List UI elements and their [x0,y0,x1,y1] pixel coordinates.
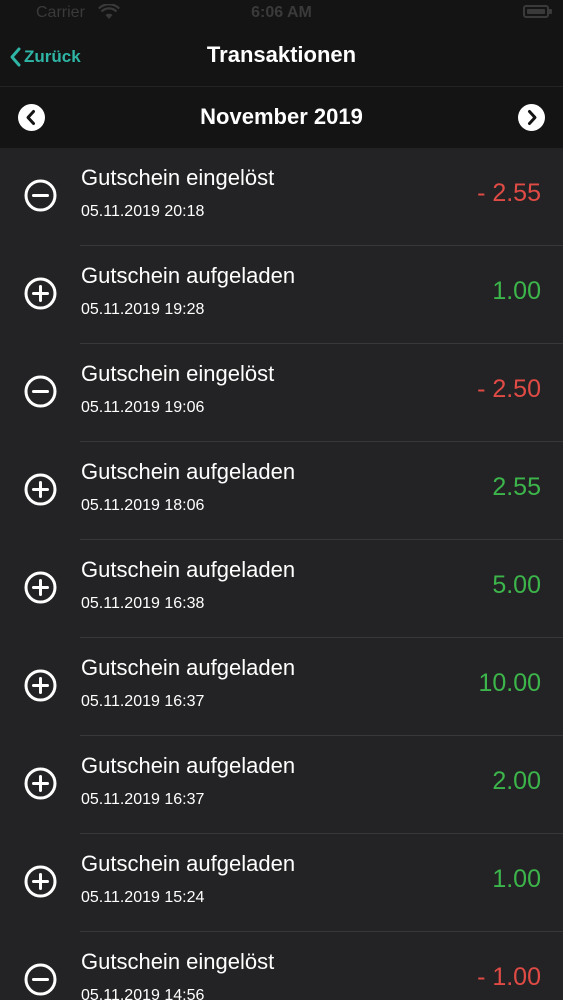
transaction-amount: 1.00 [492,865,541,893]
transaction-title: Gutschein aufgeladen [81,851,296,876]
minus-circle-icon [24,179,57,212]
transaction-amount: 5.00 [492,571,541,599]
transaction-title: Gutschein aufgeladen [81,557,296,582]
transaction-amount: 2.55 [492,473,541,501]
transaction-title: Gutschein eingelöst [81,361,275,386]
transaction-date: 05.11.2019 18:06 [81,497,205,514]
plus-circle-icon [24,669,57,702]
status-bar: Carrier 6:06 AM [0,0,563,28]
transaction-title: Gutschein aufgeladen [81,263,296,288]
navigation-bar: Zurück Transaktionen [0,28,563,86]
plus-circle-icon [24,473,57,506]
plus-circle-icon [24,277,57,310]
transaction-row[interactable]: Gutschein aufgeladen 05.11.2019 15:24 1.00 [0,834,563,932]
transactions-screen: Carrier 6:06 AM Zurück Transaktionen Nov… [0,0,563,1000]
minus-circle-icon [24,375,57,408]
page-title: Transaktionen [206,42,357,67]
transaction-row[interactable]: Gutschein aufgeladen 05.11.2019 16:38 5.00 [0,540,563,638]
transaction-title: Gutschein eingelöst [81,165,275,190]
transaction-amount: - 1.00 [477,963,541,991]
plus-circle-icon [24,767,57,800]
transaction-date: 05.11.2019 16:38 [81,595,205,612]
transaction-date: 05.11.2019 16:37 [81,791,205,808]
month-selector: November 2019 [0,86,563,148]
transaction-amount: 10.00 [478,669,541,697]
transaction-date: 05.11.2019 16:37 [81,693,205,710]
transaction-date: 05.11.2019 19:06 [81,399,205,416]
transaction-amount: - 2.55 [477,179,541,207]
transaction-amount: 1.00 [492,277,541,305]
transaction-date: 05.11.2019 19:28 [81,301,205,318]
next-month-button[interactable] [518,104,545,131]
transaction-row[interactable]: Gutschein aufgeladen 05.11.2019 19:28 1.00 [0,246,563,344]
transaction-list: Gutschein eingelöst 05.11.2019 20:18 - 2.5… [0,148,563,1000]
transaction-title: Gutschein aufgeladen [81,655,296,680]
transaction-date: 05.11.2019 15:24 [81,889,205,906]
transaction-title: Gutschein aufgeladen [81,459,296,484]
chevron-right-icon [528,110,537,125]
transaction-row[interactable]: Gutschein aufgeladen 05.11.2019 16:37 10.0… [0,638,563,736]
transaction-row[interactable]: Gutschein aufgeladen 05.11.2019 18:06 2.55 [0,442,563,540]
transaction-date: 05.11.2019 20:18 [81,203,205,220]
transaction-amount: - 2.50 [477,375,541,403]
transaction-row[interactable]: Gutschein eingelöst 05.11.2019 20:18 - 2.5… [0,148,563,246]
transaction-row[interactable]: Gutschein eingelöst 05.11.2019 19:06 - 2.5… [0,344,563,442]
minus-circle-icon [24,963,57,996]
plus-circle-icon [24,865,57,898]
transaction-title: Gutschein eingelöst [81,949,275,974]
plus-circle-icon [24,571,57,604]
transaction-row[interactable]: Gutschein eingelöst 05.11.2019 14:56 - 1.0… [0,932,563,1000]
transaction-row[interactable]: Gutschein aufgeladen 05.11.2019 16:37 2.00 [0,736,563,834]
transaction-amount: 2.00 [492,767,541,795]
transaction-date: 05.11.2019 14:56 [81,987,205,1000]
transaction-title: Gutschein aufgeladen [81,753,296,778]
month-label: November 2019 [200,104,363,129]
battery-icon [523,5,552,18]
status-time: 6:06 AM [251,4,312,21]
